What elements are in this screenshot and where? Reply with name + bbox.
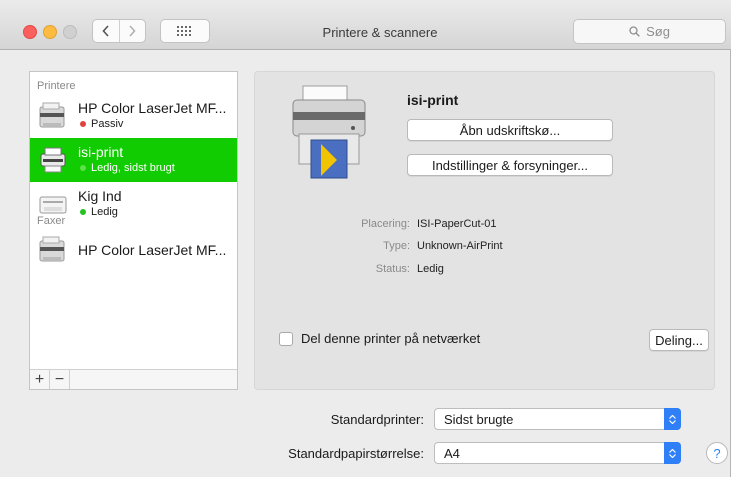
location-label: Placering: xyxy=(361,218,410,230)
printer-status: Ledig, sidst brugt xyxy=(80,162,175,174)
select-arrows-icon xyxy=(664,442,681,464)
back-button[interactable] xyxy=(93,20,119,42)
default-printer-value: Sidst brugte xyxy=(444,412,514,427)
search-field[interactable]: Søg xyxy=(573,19,726,44)
default-paper-size-select[interactable]: A4 xyxy=(434,442,681,464)
fax-name: HP Color LaserJet MF... xyxy=(78,242,227,258)
options-supplies-button[interactable]: Indstillinger & forsyninger... xyxy=(407,154,613,176)
search-placeholder: Søg xyxy=(646,24,670,39)
location-row: Placering: ISI-PaperCut-01 xyxy=(255,218,716,236)
printer-detail-pane: isi-print Åbn udskriftskø... Indstilling… xyxy=(254,71,715,390)
status-row: Status: Ledig xyxy=(255,263,716,281)
fax-section-header: Faxer xyxy=(37,215,66,227)
window-title: Printere & scannere xyxy=(322,25,438,40)
printer-status-text: Ledig xyxy=(91,206,118,218)
title-bar: Printere & scannere Søg xyxy=(0,0,731,50)
printer-status: Ledig xyxy=(80,206,118,218)
add-printer-button[interactable]: + xyxy=(30,370,50,389)
chevron-right-icon xyxy=(129,25,136,37)
printer-list-item[interactable]: HP Color LaserJet MF... Passiv xyxy=(30,94,237,138)
minimize-window-button[interactable] xyxy=(43,25,57,39)
multifunction-printer-icon xyxy=(39,102,65,128)
show-all-button[interactable] xyxy=(160,19,210,43)
zoom-window-button[interactable] xyxy=(63,25,77,39)
chevron-left-icon xyxy=(102,25,109,37)
default-printer-label: Standardprinter: xyxy=(330,412,424,427)
share-printer-label: Del denne printer på netværket xyxy=(301,331,481,346)
printer-name: HP Color LaserJet MF... xyxy=(78,100,227,116)
status-value: Ledig xyxy=(417,263,444,275)
type-value: Unknown-AirPrint xyxy=(417,240,503,252)
printer-icon xyxy=(40,147,66,173)
preferences-window: Printere & scannere Søg Printere HP Colo… xyxy=(0,0,731,477)
location-value: ISI-PaperCut-01 xyxy=(417,218,497,230)
list-footer: + − xyxy=(30,369,237,389)
printer-name: isi-print xyxy=(78,144,124,160)
status-label: Status: xyxy=(375,263,410,275)
printers-section-header: Printere xyxy=(37,80,76,92)
printer-status-text: Passiv xyxy=(91,118,124,130)
type-label: Type: xyxy=(383,240,410,252)
printer-large-icon xyxy=(292,85,366,179)
grid-icon xyxy=(177,26,191,36)
forward-button[interactable] xyxy=(118,20,146,42)
open-print-queue-button[interactable]: Åbn udskriftskø... xyxy=(407,119,613,141)
share-printer-checkbox[interactable] xyxy=(279,331,293,346)
default-printer-select[interactable]: Sidst brugte xyxy=(434,408,681,430)
status-dot-icon xyxy=(80,165,86,171)
status-dot-icon xyxy=(80,121,86,127)
close-window-button[interactable] xyxy=(23,25,37,39)
fax-list-item[interactable]: HP Color LaserJet MF... xyxy=(30,228,237,272)
nav-buttons xyxy=(92,19,146,43)
printer-status: Passiv xyxy=(80,118,123,130)
default-paper-size-label: Standardpapirstørrelse: xyxy=(288,446,424,461)
printer-title: isi-print xyxy=(407,92,459,108)
printer-name: Kig Ind xyxy=(78,188,122,204)
sharing-button[interactable]: Deling... xyxy=(649,329,709,351)
status-dot-icon xyxy=(80,209,86,215)
printer-list-item-selected[interactable]: isi-print Ledig, sidst brugt xyxy=(30,138,237,182)
search-icon xyxy=(629,26,640,37)
multifunction-printer-icon xyxy=(39,236,65,262)
printer-list: Printere HP Color LaserJet MF... Passiv xyxy=(29,71,238,390)
printer-status-text: Ledig, sidst brugt xyxy=(91,162,175,174)
help-button[interactable]: ? xyxy=(706,442,728,464)
select-arrows-icon xyxy=(664,408,681,430)
remove-printer-button[interactable]: − xyxy=(50,370,70,389)
type-row: Type: Unknown-AirPrint xyxy=(255,240,716,258)
share-printer-option[interactable]: Del denne printer på netværket xyxy=(279,331,480,346)
default-paper-size-value: A4 xyxy=(444,446,460,461)
